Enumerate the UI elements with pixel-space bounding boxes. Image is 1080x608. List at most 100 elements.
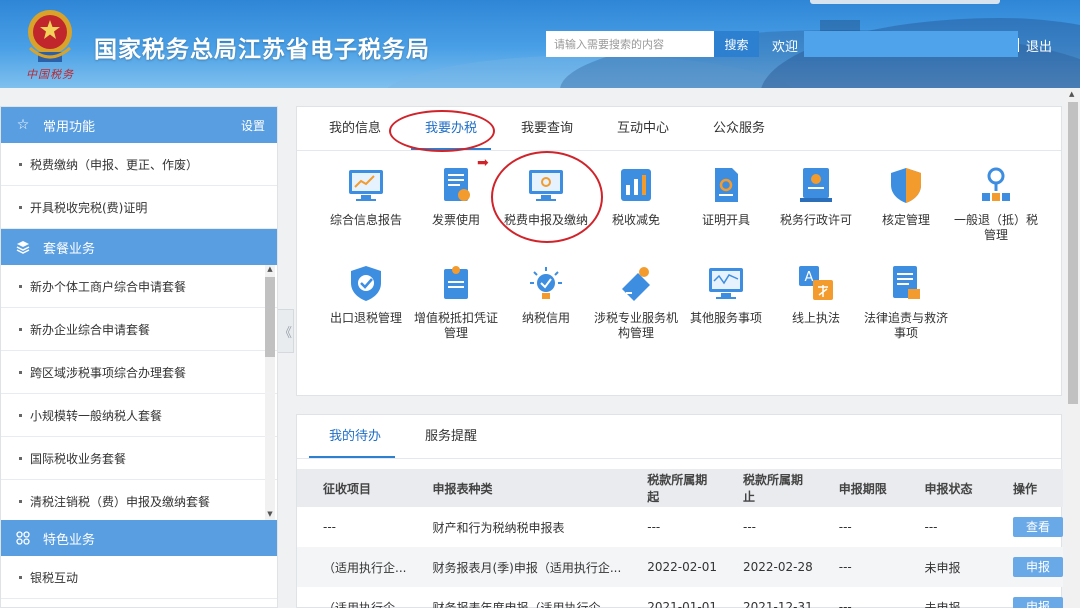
tab-service-reminder[interactable]: 服务提醒 bbox=[403, 415, 499, 458]
sidebar-item-label: 税费缴纳（申报、更正、作废） bbox=[30, 157, 199, 172]
column-header: 征收项目 bbox=[323, 481, 372, 496]
function-label: 线上执法 bbox=[791, 311, 840, 325]
header-top-strip bbox=[810, 0, 1000, 4]
function-row: 综合信息报告 发票使用 税费申报及缴纳 税收减免 证明开具 税务行政许可 核定管… bbox=[321, 165, 1041, 263]
sidebar-scroll-thumb[interactable] bbox=[265, 277, 275, 357]
function-label: 税务行政许可 bbox=[779, 213, 852, 227]
tab-public-service[interactable]: 公众服务 bbox=[691, 107, 787, 150]
function-assessment[interactable]: 核定管理 bbox=[861, 165, 951, 263]
sidebar-item-label: 国际税收业务套餐 bbox=[30, 451, 127, 466]
declare-button[interactable]: 申报 bbox=[1013, 597, 1063, 608]
scroll-up-icon[interactable]: ▲ bbox=[266, 265, 274, 273]
function-certificate[interactable]: 证明开具 bbox=[681, 165, 771, 263]
user-name-redacted bbox=[804, 31, 1018, 57]
function-label: 核定管理 bbox=[881, 213, 930, 227]
welcome-text: 欢迎 bbox=[772, 40, 799, 55]
sidebar-item-label: 新办个体工商户综合申请套餐 bbox=[30, 279, 187, 294]
function-export-refund[interactable]: 出口退税管理 bbox=[321, 263, 411, 361]
translate-icon: A bbox=[799, 266, 833, 300]
sidebar-item[interactable]: 新办个体工商户综合申请套餐 bbox=[1, 265, 277, 308]
function-label: 综合信息报告 bbox=[329, 213, 402, 227]
sidebar-scroll-area[interactable]: 新办个体工商户综合申请套餐 新办企业综合申请套餐 跨区域涉税事项综合办理套餐 小… bbox=[1, 265, 277, 520]
sidebar-item-label: 小规模转一般纳税人套餐 bbox=[30, 408, 163, 423]
table-cell: 2022-02-28 bbox=[743, 560, 813, 574]
column-header: 税款所属期止 bbox=[743, 473, 804, 504]
function-online-enforcement[interactable]: A 线上执法 bbox=[771, 263, 861, 361]
function-vat-deduction[interactable]: 增值税抵扣凭证管理 bbox=[411, 263, 501, 361]
sidebar-section-header[interactable]: ☆ 常用功能 设置 bbox=[1, 107, 277, 143]
function-label: 增值税抵扣凭证管理 bbox=[413, 311, 498, 340]
sidebar-item[interactable]: 新办企业综合申请套餐 bbox=[1, 308, 277, 351]
table-cell: 2021-01-01 bbox=[647, 600, 718, 608]
function-agency-management[interactable]: 涉税专业服务机构管理 bbox=[591, 263, 681, 361]
location-pin-icon bbox=[982, 167, 1010, 201]
sidebar-item[interactable]: 银税互动 bbox=[1, 556, 277, 599]
function-label: 纳税信用 bbox=[521, 311, 570, 325]
function-label: 一般退（抵）税管理 bbox=[953, 213, 1038, 242]
grid-icon bbox=[15, 530, 31, 546]
todo-tabs: 我的待办 服务提醒 bbox=[297, 415, 1061, 459]
table-row: （适用执行企... 财务报表年度申报（适用执行企... 2021-01-01 2… bbox=[297, 587, 1063, 608]
function-label: 其他服务事项 bbox=[689, 311, 762, 325]
table-cell: --- bbox=[743, 520, 757, 534]
certificate-icon bbox=[715, 168, 738, 202]
logout-link[interactable]: 退出 bbox=[1026, 36, 1052, 55]
sidebar-item[interactable]: 跨区域涉税事项综合办理套餐 bbox=[1, 351, 277, 394]
function-label: 发票使用 bbox=[431, 213, 480, 227]
sidebar-item[interactable]: 清税注销税（费）申报及缴纳套餐 bbox=[1, 480, 277, 520]
function-admin-license[interactable]: 税务行政许可 bbox=[771, 165, 861, 263]
scroll-up-icon[interactable]: ▲ bbox=[1069, 90, 1074, 98]
function-invoice[interactable]: 发票使用 bbox=[411, 165, 501, 263]
function-label: 法律追责与救济事项 bbox=[863, 311, 948, 340]
function-comprehensive-report[interactable]: 综合信息报告 bbox=[321, 165, 411, 263]
bullet-icon bbox=[19, 162, 22, 166]
todo-table: 征收项目 申报表种类 税款所属期起 税款所属期止 申报期限 申报状态 操作 --… bbox=[297, 469, 1063, 608]
annotation-circle-tab bbox=[389, 110, 495, 152]
table-cell: 查看 bbox=[987, 507, 1063, 547]
search-input[interactable] bbox=[546, 31, 714, 57]
function-tax-reduction[interactable]: 税收减免 bbox=[591, 165, 681, 263]
sidebar-item[interactable]: 国际税收业务套餐 bbox=[1, 437, 277, 480]
sidebar: ☆ 常用功能 设置 税费缴纳（申报、更正、作废） 开具税收完税(费)证明 套餐业… bbox=[0, 106, 278, 608]
sidebar-item-label: 清税注销税（费）申报及缴纳套餐 bbox=[30, 494, 211, 509]
sidebar-collapse-button[interactable]: 《 bbox=[278, 309, 294, 353]
sidebar-item[interactable]: 税费缴纳（申报、更正、作废） bbox=[1, 143, 277, 186]
bullet-icon bbox=[19, 413, 22, 417]
function-credit[interactable]: 纳税信用 bbox=[501, 263, 591, 361]
page-scrollbar[interactable]: ▲ bbox=[1066, 88, 1080, 608]
sidebar-item[interactable]: 开具税收完税(费)证明 bbox=[1, 186, 277, 229]
page-scroll-thumb[interactable] bbox=[1068, 102, 1078, 404]
table-cell: --- bbox=[924, 520, 938, 534]
view-button[interactable]: 查看 bbox=[1013, 517, 1063, 537]
table-cell: 财务报表年度申报（适用执行企... bbox=[432, 600, 612, 608]
invoice-icon bbox=[444, 168, 470, 201]
search-button[interactable]: 搜索 bbox=[714, 31, 759, 57]
bar-chart-icon bbox=[621, 169, 651, 201]
scroll-down-icon[interactable]: ▼ bbox=[266, 510, 274, 518]
tab-query[interactable]: 我要查询 bbox=[499, 107, 595, 150]
table-cell: 申报 bbox=[987, 547, 1063, 587]
document-list-icon bbox=[893, 266, 920, 299]
sidebar-section-header[interactable]: 特色业务 bbox=[1, 520, 277, 556]
settings-link[interactable]: 设置 bbox=[241, 117, 265, 134]
svg-text:A: A bbox=[805, 270, 814, 285]
function-other-services[interactable]: 其他服务事项 bbox=[681, 263, 771, 361]
sidebar-section-header[interactable]: 套餐业务 bbox=[1, 229, 277, 265]
function-tax-declaration[interactable]: 税费申报及缴纳 bbox=[501, 165, 591, 263]
sidebar-item-label: 跨区域涉税事项综合办理套餐 bbox=[30, 365, 187, 380]
function-legal-remedy[interactable]: 法律追责与救济事项 bbox=[861, 263, 951, 361]
header-separator bbox=[1018, 38, 1019, 52]
shield-check-icon bbox=[351, 266, 381, 301]
tab-my-todo[interactable]: 我的待办 bbox=[307, 415, 403, 458]
emblem-label: 中国税务 bbox=[26, 68, 74, 81]
table-cell: --- bbox=[323, 520, 336, 534]
function-label: 税费申报及缴纳 bbox=[503, 213, 588, 227]
table-header-row: 征收项目 申报表种类 税款所属期起 税款所属期止 申报期限 申报状态 操作 bbox=[297, 469, 1063, 507]
function-tax-refund[interactable]: 一般退（抵）税管理 bbox=[951, 165, 1041, 263]
bullet-icon bbox=[19, 327, 22, 331]
table-cell: 申报 bbox=[987, 587, 1063, 608]
sidebar-item[interactable]: 小规模转一般纳税人套餐 bbox=[1, 394, 277, 437]
tab-interaction[interactable]: 互动中心 bbox=[595, 107, 691, 150]
table-cell: 财产和行为税纳税申报表 bbox=[432, 520, 565, 535]
declare-button[interactable]: 申报 bbox=[1013, 557, 1063, 577]
